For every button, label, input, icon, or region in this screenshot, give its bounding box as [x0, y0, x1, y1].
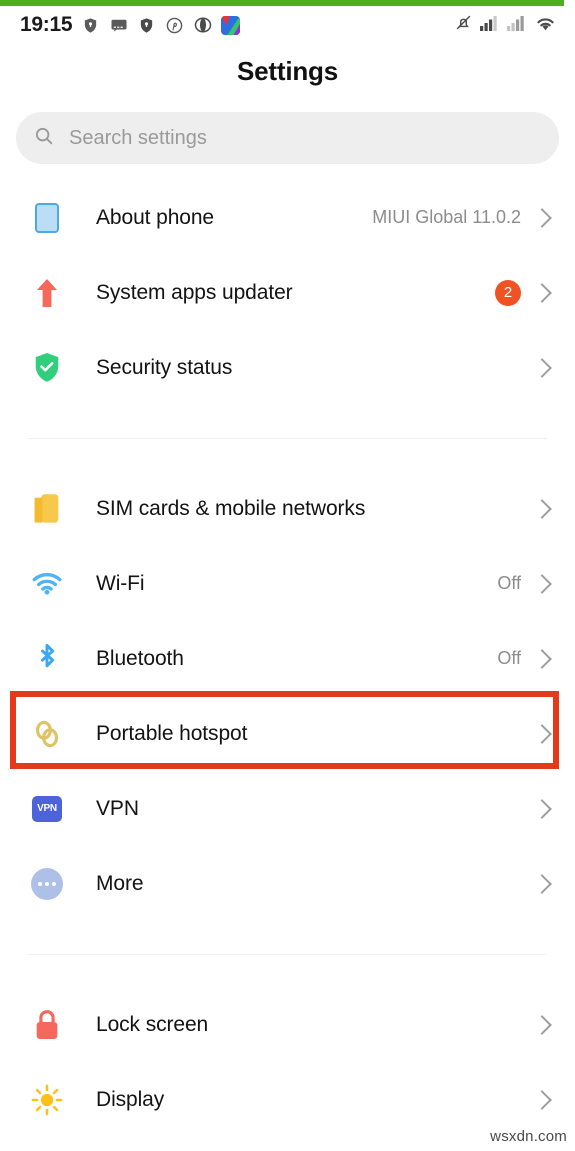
settings-row-sim-cards-mobile-networks[interactable]: SIM cards & mobile networks: [0, 471, 575, 546]
page-title: Settings: [237, 56, 338, 86]
row-label: Display: [96, 1087, 165, 1111]
settings-row-security-status[interactable]: Security status: [0, 330, 575, 405]
chevron-right-icon: [532, 573, 552, 594]
sms-app-icon: [109, 16, 128, 35]
settings-row-lock-screen[interactable]: Lock screen: [0, 987, 575, 1062]
vpn-icon: VPN: [28, 790, 66, 828]
status-bar-right: [454, 13, 557, 37]
wifi-icon: [534, 14, 557, 37]
row-right: [532, 1014, 553, 1035]
chevron-right-icon: [532, 1089, 552, 1110]
sun-icon: [28, 1081, 66, 1119]
settings-row-display[interactable]: Display: [0, 1062, 575, 1137]
settings-row-wi-fi[interactable]: Wi-Fi Off: [0, 546, 575, 621]
row-right: [532, 798, 553, 819]
settings-screen: 19:15 Settings Search settings About pho…: [0, 0, 575, 1151]
chevron-right-icon: [532, 798, 552, 819]
pinterest-app-icon: [165, 16, 184, 35]
status-bar-left: 19:15: [20, 13, 241, 37]
settings-row-about-phone[interactable]: About phone MIUI Global 11.0.2: [0, 180, 575, 255]
hotspot-rings-icon: [28, 715, 66, 753]
row-right: [532, 498, 553, 519]
status-bar: 19:15: [0, 6, 575, 44]
status-clock: 19:15: [20, 13, 73, 36]
row-label: Bluetooth: [96, 646, 184, 670]
signal-sim1-icon: [480, 14, 500, 36]
more-dots-icon: [28, 865, 66, 903]
shield-dark-app-icon: [137, 16, 156, 35]
row-label: More: [96, 871, 144, 895]
settings-row-portable-hotspot[interactable]: Portable hotspot: [0, 696, 575, 771]
row-value: MIUI Global 11.0.2: [372, 207, 521, 227]
settings-row-more[interactable]: More: [0, 846, 575, 921]
row-label: About phone: [96, 205, 215, 229]
row-right: Off: [497, 648, 553, 669]
chevron-right-icon: [532, 648, 552, 669]
row-label: SIM cards & mobile networks: [96, 496, 366, 520]
row-right: MIUI Global 11.0.2: [372, 207, 553, 228]
settings-row-system-apps-updater[interactable]: System apps updater 2: [0, 255, 575, 330]
colorful-app-icon: [221, 15, 241, 35]
settings-row-sound-vibration[interactable]: Sound & vibration: [0, 1137, 575, 1151]
chevron-right-icon: [532, 723, 552, 744]
row-right: Off: [497, 573, 553, 594]
vpn-icon-label: VPN: [32, 795, 62, 822]
row-label: VPN: [96, 796, 139, 820]
opera-app-icon: [193, 16, 212, 35]
update-arrow-icon: [28, 274, 66, 312]
settings-row-bluetooth[interactable]: Bluetooth Off: [0, 621, 575, 696]
search-icon: [33, 125, 55, 152]
settings-list: About phone MIUI Global 11.0.2 System ap…: [0, 180, 575, 1151]
signal-sim2-icon: [507, 14, 527, 36]
chevron-right-icon: [532, 357, 552, 378]
chevron-right-icon: [532, 207, 552, 228]
wifi-icon: [28, 565, 66, 603]
row-label: Lock screen: [96, 1012, 209, 1036]
row-label: Wi-Fi: [96, 571, 145, 595]
row-label: Portable hotspot: [96, 721, 248, 745]
shield-check-icon: [28, 349, 66, 387]
chevron-right-icon: [532, 498, 552, 519]
row-label: System apps updater: [96, 280, 293, 304]
sim-card-icon: [28, 490, 66, 528]
status-badge: 2: [495, 279, 521, 306]
silent-mode-icon: [454, 13, 473, 37]
shield-app-icon: [81, 16, 100, 35]
search-input[interactable]: Search settings: [69, 127, 207, 150]
row-right: 2: [495, 279, 553, 306]
row-value: Off: [497, 648, 521, 668]
row-right: [532, 723, 553, 744]
chevron-right-icon: [532, 1014, 552, 1035]
chevron-right-icon: [532, 282, 552, 303]
search-bar[interactable]: Search settings: [16, 112, 559, 164]
row-right: [532, 1089, 553, 1110]
row-right: [532, 873, 553, 894]
phone-icon: [28, 199, 66, 237]
row-label: Security status: [96, 355, 233, 379]
row-right: [532, 357, 553, 378]
watermark: wsxdn.com: [490, 1128, 567, 1145]
row-value: Off: [497, 573, 521, 593]
chevron-right-icon: [532, 873, 552, 894]
lock-icon: [28, 1006, 66, 1044]
settings-row-vpn[interactable]: VPN VPN: [0, 771, 575, 846]
bluetooth-icon: [28, 640, 66, 678]
